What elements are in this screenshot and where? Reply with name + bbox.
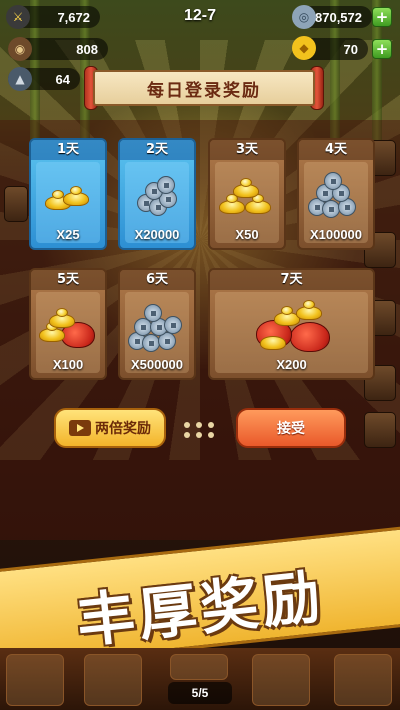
reward-amount: X50: [235, 227, 259, 242]
gold-value: 70: [343, 41, 358, 57]
hero-slot[interactable]: [170, 654, 228, 680]
gold-ingots-icon: [43, 180, 93, 216]
energy-value: 64: [55, 71, 70, 87]
silver-coin-icon: ◎: [292, 5, 316, 29]
hero-slot[interactable]: [334, 654, 392, 706]
video-icon: [69, 420, 91, 436]
day-label: 6天: [120, 270, 194, 290]
reward-card-day2[interactable]: 2天 X20000: [118, 138, 196, 250]
add-gold-button[interactable]: +: [372, 39, 392, 59]
copper-coins-icon: [128, 304, 186, 352]
more-dots-icon: [184, 420, 218, 440]
dialog-title: 每日登录奖励: [93, 70, 315, 106]
exp-value: 7,672: [57, 9, 90, 25]
reward-card-day4[interactable]: 4天 X100000: [297, 138, 375, 250]
helmet-icon: ▲: [8, 67, 32, 91]
page-indicator: 5/5: [168, 682, 232, 704]
reward-amount: X25: [56, 227, 80, 242]
reward-amount: X100000: [309, 227, 363, 242]
day-label: 1天: [31, 140, 105, 160]
day-label: 7天: [210, 270, 373, 290]
day-label: 4天: [299, 140, 373, 160]
stage-level: 12-7: [183, 7, 217, 24]
gold-bag-icon: [39, 306, 97, 350]
reward-amount: X100: [52, 357, 84, 372]
reward-card-day5[interactable]: 5天 X100: [29, 268, 107, 380]
reward-amount: X20000: [134, 227, 180, 242]
copper-coin-icon: ◉: [8, 37, 32, 61]
gold-ingots-icon: [219, 174, 275, 218]
silver-value: 870,572: [315, 9, 362, 25]
reward-amount: X500000: [130, 357, 184, 372]
copper-coins-icon: [308, 172, 364, 220]
add-silver-button[interactable]: +: [372, 7, 392, 27]
accept-label: 接受: [277, 421, 305, 437]
side-menu-button[interactable]: [4, 186, 28, 222]
day-label: 3天: [210, 140, 284, 160]
sword-icon: ⚔: [6, 5, 30, 29]
reward-card-day1[interactable]: 1天 X25: [29, 138, 107, 250]
gold-ingot-icon: ◆: [292, 36, 316, 60]
reward-card-day3[interactable]: 3天 X50: [208, 138, 286, 250]
accept-button[interactable]: 接受: [236, 408, 346, 448]
gold-bag-icon: [252, 298, 332, 354]
hero-slot[interactable]: [6, 654, 64, 706]
day-label: 5天: [31, 270, 105, 290]
copper-coins-icon: [133, 176, 181, 220]
reward-card-day7[interactable]: 7天 X200: [208, 268, 375, 380]
reward-amount: X200: [276, 357, 307, 372]
hero-slot[interactable]: [252, 654, 310, 706]
hero-slot[interactable]: [84, 654, 142, 706]
double-reward-label: 两倍奖励: [95, 421, 151, 437]
coin-value: 808: [76, 41, 98, 57]
day-label: 2天: [120, 140, 194, 160]
side-menu-button[interactable]: [364, 412, 396, 448]
double-reward-button[interactable]: 两倍奖励: [54, 408, 166, 448]
reward-card-day6[interactable]: 6天 X500000: [118, 268, 196, 380]
